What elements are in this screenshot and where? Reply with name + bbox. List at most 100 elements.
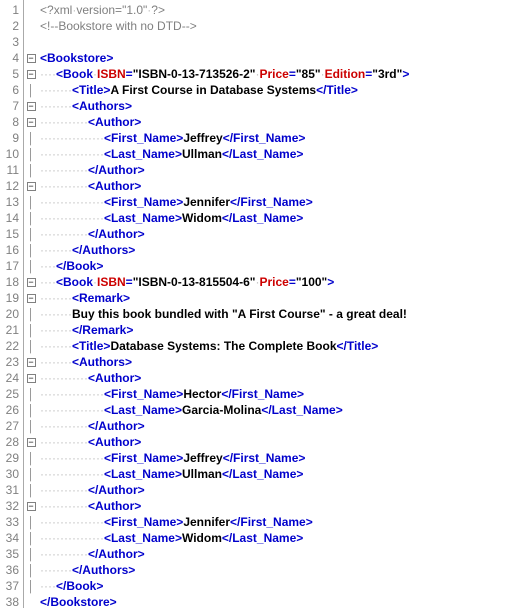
indent-dots: ········ — [40, 307, 72, 321]
xml-declaration: <?xml·version="1.0"·?> — [40, 2, 531, 18]
line-number: 4 — [0, 50, 19, 66]
fold-guide: │ — [24, 466, 38, 482]
eq: = — [289, 67, 296, 81]
fold-toggle[interactable]: − — [24, 114, 38, 130]
attr-isbn: ISBN — [97, 67, 126, 81]
line-number: 14 — [0, 210, 19, 226]
attr-price: Price — [259, 67, 288, 81]
val-price: "85" — [296, 67, 321, 81]
tag-authors-open: <Authors> — [72, 99, 132, 113]
pi-attr: version — [76, 3, 115, 17]
indent-dots: ············ — [40, 499, 88, 513]
line-number: 5 — [0, 66, 19, 82]
author-close: ············</Author> — [40, 226, 531, 242]
fold-guide: │ — [24, 402, 38, 418]
fold-toggle[interactable]: − — [24, 290, 38, 306]
eq: = — [115, 3, 122, 17]
fold-toggle[interactable]: − — [24, 354, 38, 370]
line-number: 27 — [0, 418, 19, 434]
fold-empty — [24, 18, 38, 34]
fold-toggle[interactable]: − — [24, 178, 38, 194]
attr-price: Price — [259, 275, 288, 289]
tag-lastname-close: </Last_Name> — [261, 403, 342, 417]
line-number: 31 — [0, 482, 19, 498]
code-area[interactable]: <?xml·version="1.0"·?><!--Bookstore with… — [38, 0, 531, 608]
fold-guide: │ — [24, 322, 38, 338]
author-open: ············<Author> — [40, 370, 531, 386]
tag-title-close: </Title> — [337, 339, 379, 353]
fold-toggle[interactable]: − — [24, 274, 38, 290]
blank-line — [40, 34, 531, 50]
tag-firstname-close: </First_Name> — [223, 131, 306, 145]
author-close: ············</Author> — [40, 418, 531, 434]
author-open: ············<Author> — [40, 178, 531, 194]
line-number: 32 — [0, 498, 19, 514]
fold-toggle[interactable]: − — [24, 98, 38, 114]
line-number: 28 — [0, 434, 19, 450]
indent-dots: ················ — [40, 467, 104, 481]
last-name-line: ················<Last_Name>Widom</Last_N… — [40, 210, 531, 226]
fold-guide: │ — [24, 450, 38, 466]
comment-line: <!--Bookstore with no DTD--> — [40, 18, 531, 34]
indent-dots: ···· — [40, 275, 56, 289]
tag-close-bracket: > — [402, 67, 409, 81]
line-number: 18 — [0, 274, 19, 290]
fold-guide: │ — [24, 578, 38, 594]
remark-open: ········<Remark> — [40, 290, 531, 306]
fold-empty — [24, 34, 38, 50]
indent-dots: ············ — [40, 435, 88, 449]
book-close: ····</Book> — [40, 258, 531, 274]
tag-close-bracket: > — [327, 275, 334, 289]
line-number: 11 — [0, 162, 19, 178]
fold-guide: │ — [24, 562, 38, 578]
line-number: 17 — [0, 258, 19, 274]
tag-book-open: <Book — [56, 67, 93, 81]
title-line: ········<Title>A First Course in Databas… — [40, 82, 531, 98]
fold-guide: │ — [24, 386, 38, 402]
fold-toggle[interactable]: − — [24, 66, 38, 82]
tag-book-close: </Book> — [56, 259, 103, 273]
fold-toggle[interactable]: − — [24, 498, 38, 514]
line-number: 12 — [0, 178, 19, 194]
first-name-line: ················<First_Name>Jennifer</Fi… — [40, 514, 531, 530]
line-number: 13 — [0, 194, 19, 210]
author-open: ············<Author> — [40, 434, 531, 450]
tag-lastname-open: <Last_Name> — [104, 531, 182, 545]
tag-lastname-close: </Last_Name> — [222, 531, 303, 545]
fold-guide: │ — [24, 514, 38, 530]
book-close: ····</Book> — [40, 578, 531, 594]
tag-author-open: <Author> — [88, 499, 141, 513]
first-name-line: ················<First_Name>Jeffrey</Fir… — [40, 450, 531, 466]
tag-firstname-close: </First_Name> — [230, 515, 313, 529]
fold-toggle[interactable]: − — [24, 50, 38, 66]
tag-authors-close: </Authors> — [72, 243, 135, 257]
tag-lastname-open: <Last_Name> — [104, 147, 182, 161]
tag-author-open: <Author> — [88, 435, 141, 449]
fold-toggle[interactable]: − — [24, 370, 38, 386]
line-number: 30 — [0, 466, 19, 482]
tag-author-close: </Author> — [88, 547, 145, 561]
tag-remark-open: <Remark> — [72, 291, 130, 305]
val-isbn: "ISBN-0-13-713526-2" — [133, 67, 256, 81]
tag-remark-close: </Remark> — [72, 323, 133, 337]
attr-isbn: ISBN — [97, 275, 126, 289]
indent-dots: ········ — [40, 355, 72, 369]
tag-authors-close: </Authors> — [72, 563, 135, 577]
title-text: Database Systems: The Complete Book — [110, 339, 336, 353]
last-name-text: Ullman — [182, 467, 222, 481]
fold-column: −−│−−│││−│││││−−│││−−│││−│││−│││││ — [24, 0, 38, 608]
authors-open: ········<Authors> — [40, 98, 531, 114]
author-open: ············<Author> — [40, 114, 531, 130]
first-name-text: Hector — [183, 387, 221, 401]
tag-author-open: <Author> — [88, 371, 141, 385]
first-name-line: ················<First_Name>Hector</Firs… — [40, 386, 531, 402]
indent-dots: ············ — [40, 547, 88, 561]
indent-dots: ············ — [40, 483, 88, 497]
indent-dots: ········ — [40, 83, 72, 97]
indent-dots: ············ — [40, 115, 88, 129]
line-number: 26 — [0, 402, 19, 418]
fold-guide: │ — [24, 130, 38, 146]
fold-toggle[interactable]: − — [24, 434, 38, 450]
eq: = — [289, 275, 296, 289]
line-number: 34 — [0, 530, 19, 546]
